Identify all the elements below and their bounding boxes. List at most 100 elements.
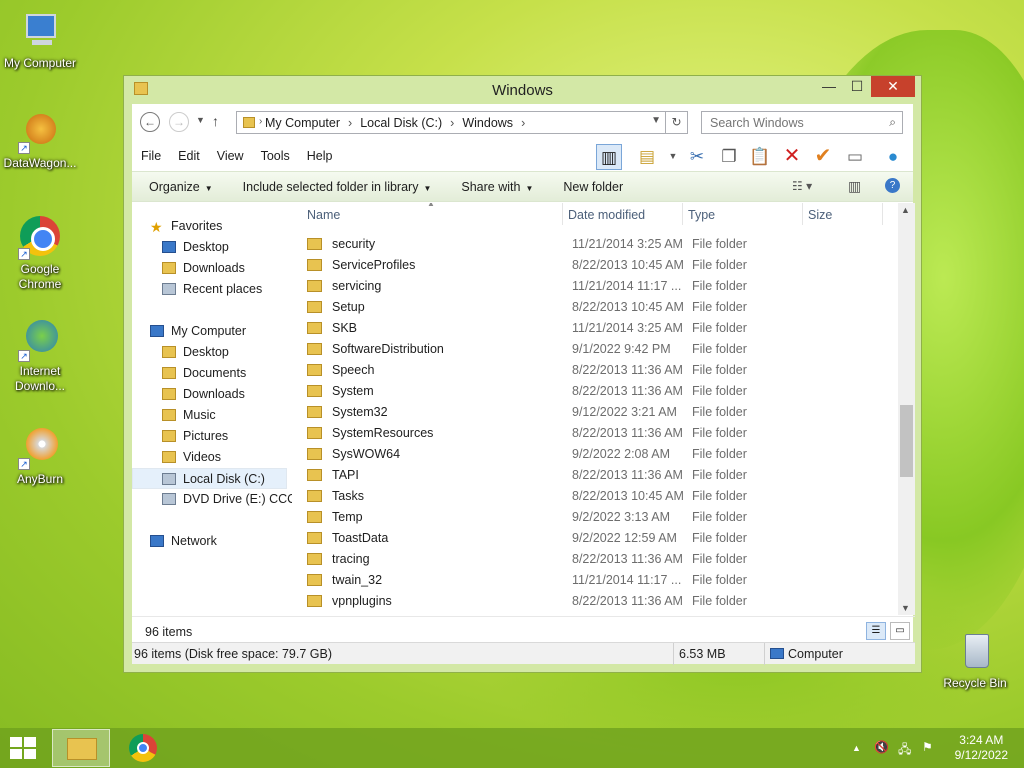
start-button[interactable] <box>10 737 38 759</box>
file-row[interactable]: System32 9/12/2022 3:21 AM File folder <box>297 402 897 423</box>
file-row[interactable]: SKB 11/21/2014 3:25 AM File folder <box>297 318 897 339</box>
file-row[interactable]: vpnplugins 8/22/2013 11:36 AM File folder <box>297 591 897 612</box>
back-button[interactable]: ← <box>140 112 160 132</box>
nav-label: Desktop <box>183 240 229 254</box>
desktop-icon-google-chrome[interactable]: ↗ Google Chrome <box>0 214 80 292</box>
change-view-icon[interactable]: ☷ ▾ <box>792 179 812 193</box>
nav-favorites-desktop[interactable]: Desktop <box>162 237 229 258</box>
breadcrumb-local-disk[interactable]: Local Disk (C:) <box>360 116 442 130</box>
nav-favorites-downloads[interactable]: Downloads <box>162 258 245 279</box>
folder-options-icon[interactable]: ▤ <box>634 144 660 170</box>
menu-view[interactable]: View <box>217 149 244 163</box>
preview-pane-toggle-icon[interactable]: ▥ <box>848 178 861 195</box>
include-in-library-button[interactable]: Include selected folder in library ▼ <box>243 180 432 194</box>
chevron-down-icon[interactable]: ▼ <box>660 144 686 170</box>
file-row[interactable]: security 11/21/2014 3:25 AM File folder <box>297 234 897 255</box>
column-header-date[interactable]: Date modified <box>568 208 645 222</box>
desktop-icon-internet-download[interactable]: ↗ Internet Downlo... <box>0 318 80 394</box>
clock[interactable]: 3:24 AM 9/12/2022 <box>955 733 1008 763</box>
cut-icon[interactable]: ✂ <box>684 144 710 170</box>
nav-favorites-recent-places[interactable]: Recent places <box>162 279 262 300</box>
properties-icon[interactable]: ▭ <box>842 144 868 170</box>
column-header-type[interactable]: Type <box>688 208 715 222</box>
column-header-name[interactable]: Name <box>307 208 340 222</box>
nav-my-computer[interactable]: My Computer <box>150 321 246 342</box>
nav-computer-documents[interactable]: Documents <box>162 363 246 384</box>
nav-computer-videos[interactable]: Videos <box>162 447 221 468</box>
file-row[interactable]: ToastData 9/2/2022 12:59 AM File folder <box>297 528 897 549</box>
breadcrumb-windows[interactable]: Windows <box>462 116 513 130</box>
close-button[interactable]: ✕ <box>871 76 915 97</box>
delete-icon[interactable]: ✕ <box>779 144 805 170</box>
file-row[interactable]: SysWOW64 9/2/2022 2:08 AM File folder <box>297 444 897 465</box>
nav-network[interactable]: Network <box>150 531 217 552</box>
preview-pane-icon[interactable]: ▥ <box>596 144 622 170</box>
desktop-icon-my-computer[interactable]: My Computer <box>0 10 80 71</box>
menu-file[interactable]: File <box>141 149 161 163</box>
file-row[interactable]: TAPI 8/22/2013 11:36 AM File folder <box>297 465 897 486</box>
minimize-button[interactable]: — <box>815 76 843 97</box>
desktop-icon-datawagon[interactable]: ↗ DataWagon... <box>0 110 80 171</box>
search-box[interactable]: ⌕ <box>701 111 903 134</box>
file-row[interactable]: Vss 8/22/2013 11:36 AM File folder <box>297 612 897 615</box>
file-row[interactable]: SystemResources 8/22/2013 11:36 AM File fo… <box>297 423 897 444</box>
menu-edit[interactable]: Edit <box>178 149 200 163</box>
column-header-size[interactable]: Size <box>808 208 832 222</box>
details-view-icon[interactable]: ☰ <box>866 622 886 640</box>
nav-computer-desktop[interactable]: Desktop <box>162 342 229 363</box>
file-date: 8/22/2013 10:45 AM <box>572 258 684 272</box>
refresh-button[interactable]: ↻ <box>666 111 688 134</box>
chevron-right-icon[interactable]: › <box>450 116 454 130</box>
nav-computer-downloads[interactable]: Downloads <box>162 384 245 405</box>
file-row[interactable]: ServiceProfiles 8/22/2013 10:45 AM File fo… <box>297 255 897 276</box>
file-row[interactable]: servicing 11/21/2014 11:17 ... File folder <box>297 276 897 297</box>
globe-icon[interactable]: ● <box>880 144 906 170</box>
chevron-right-icon[interactable]: › <box>348 116 352 130</box>
file-row[interactable]: tracing 8/22/2013 11:36 AM File folder <box>297 549 897 570</box>
up-button[interactable]: ↑ <box>212 113 219 129</box>
scroll-up-icon[interactable]: ▲ <box>901 205 910 215</box>
file-row[interactable]: Temp 9/2/2022 3:13 AM File folder <box>297 507 897 528</box>
menu-tools[interactable]: Tools <box>261 149 290 163</box>
paste-icon[interactable]: 📋 <box>747 144 773 170</box>
nav-computer-dvd-drive[interactable]: DVD Drive (E:) CCCC <box>162 489 292 510</box>
breadcrumb-my-computer[interactable]: My Computer <box>265 116 340 130</box>
nav-computer-local-disk[interactable]: Local Disk (C:) <box>132 468 287 489</box>
menu-help[interactable]: Help <box>307 149 333 163</box>
file-row[interactable]: Speech 8/22/2013 11:36 AM File folder <box>297 360 897 381</box>
share-with-button[interactable]: Share with ▼ <box>461 180 533 194</box>
checkmark-icon[interactable]: ✔ <box>810 144 836 170</box>
taskbar-explorer-button[interactable] <box>52 729 110 767</box>
maximize-button[interactable]: ☐ <box>843 76 871 97</box>
new-folder-button[interactable]: New folder <box>563 180 623 194</box>
organize-button[interactable]: Organize ▼ <box>149 180 213 194</box>
file-row[interactable]: SoftwareDistribution 9/1/2022 9:42 PM File… <box>297 339 897 360</box>
action-center-icon[interactable]: ⚑ <box>922 740 933 754</box>
file-row[interactable]: Tasks 8/22/2013 10:45 AM File folder <box>297 486 897 507</box>
nav-computer-music[interactable]: Music <box>162 405 216 426</box>
title-bar[interactable]: Windows — ☐ ✕ <box>124 76 921 103</box>
large-icons-view-icon[interactable]: ▭ <box>890 622 910 640</box>
volume-muted-icon[interactable]: 🔇 <box>874 740 889 754</box>
copy-icon[interactable]: ❐ <box>716 144 742 170</box>
address-dropdown-icon[interactable]: ▼ <box>651 115 661 126</box>
help-icon[interactable]: ? <box>885 178 900 193</box>
nav-favorites[interactable]: ★ Favorites <box>150 216 222 237</box>
nav-computer-pictures[interactable]: Pictures <box>162 426 228 447</box>
taskbar-chrome-button[interactable] <box>114 729 172 767</box>
scrollbar-thumb[interactable] <box>900 405 913 477</box>
recent-locations-dropdown-icon[interactable]: ▼ <box>196 115 205 125</box>
network-tray-icon[interactable]: 🖧 <box>898 740 911 761</box>
file-row[interactable]: Setup 8/22/2013 10:45 AM File folder <box>297 297 897 318</box>
address-bar[interactable]: › My Computer › Local Disk (C:) › Window… <box>236 111 666 134</box>
file-row[interactable]: System 8/22/2013 11:36 AM File folder <box>297 381 897 402</box>
chevron-right-icon[interactable]: › <box>521 116 525 130</box>
file-row[interactable]: twain_32 11/21/2014 11:17 ... File folder <box>297 570 897 591</box>
vertical-scrollbar[interactable]: ▲ ▼ <box>898 203 915 615</box>
desktop-icon-anyburn[interactable]: ↗ AnyBurn <box>0 426 80 487</box>
desktop-icon-recycle-bin[interactable]: Recycle Bin <box>935 630 1015 691</box>
forward-button[interactable]: → <box>169 112 189 132</box>
show-hidden-icons-button[interactable]: ▲ <box>852 743 861 753</box>
scroll-down-icon[interactable]: ▼ <box>901 603 910 613</box>
search-input[interactable] <box>702 112 872 133</box>
